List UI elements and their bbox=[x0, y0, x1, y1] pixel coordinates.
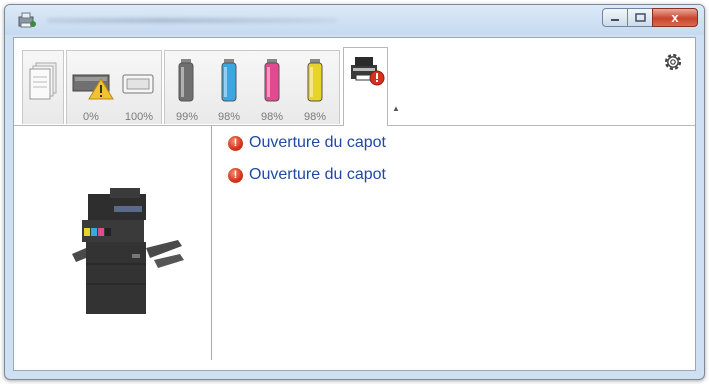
toner-magenta-icon bbox=[264, 59, 280, 102]
toner-yellow-percent: 98% bbox=[303, 111, 327, 123]
status-message-text: Ouverture du capot bbox=[249, 134, 386, 151]
close-button[interactable]: x bbox=[652, 8, 698, 27]
paper-stack-icon bbox=[29, 62, 57, 100]
paper-tray-icon bbox=[122, 74, 154, 94]
title-bar[interactable]: x bbox=[5, 5, 704, 35]
paper-tab[interactable] bbox=[22, 50, 64, 124]
minimize-button[interactable] bbox=[602, 8, 628, 27]
toner-cartridges bbox=[178, 59, 323, 102]
waste-toner-percent: 0% bbox=[83, 111, 99, 123]
waste-toner-warning-icon bbox=[72, 74, 114, 100]
toner-black-percent: 99% bbox=[175, 111, 199, 123]
device-status-tab[interactable] bbox=[343, 47, 388, 126]
status-message-1[interactable]: ! Ouverture du capot bbox=[228, 132, 386, 154]
pane-divider bbox=[211, 126, 212, 360]
status-message-text: Ouverture du capot bbox=[249, 166, 386, 183]
toner-cyan-icon bbox=[221, 59, 237, 102]
device-image-pane bbox=[14, 126, 211, 370]
toner-black-icon bbox=[178, 59, 194, 102]
app-printer-icon bbox=[18, 12, 36, 28]
window-title-blurred bbox=[47, 18, 337, 23]
toner-cyan-percent: 98% bbox=[217, 111, 241, 123]
status-toolbar: 0% 100% 99% 98% 98% 98% ▲ bbox=[14, 38, 695, 126]
close-icon: x bbox=[671, 10, 679, 25]
toner-yellow-icon bbox=[307, 59, 323, 102]
error-icon: ! bbox=[228, 135, 243, 151]
consumables-tab-group[interactable]: 0% 100% bbox=[66, 50, 162, 124]
tray-percent: 100% bbox=[124, 111, 154, 123]
printer-device-image bbox=[72, 188, 184, 314]
maximize-button[interactable] bbox=[627, 8, 653, 27]
status-monitor-window: x 0% 100% 99% 98% 98% 98% ▲ ! Ouverture … bbox=[4, 4, 705, 380]
collapse-toolbar-button[interactable]: ▲ bbox=[392, 104, 400, 113]
toner-magenta-percent: 98% bbox=[260, 111, 284, 123]
caption-buttons: x bbox=[602, 8, 698, 27]
toner-tab-group[interactable]: 99% 98% 98% 98% bbox=[164, 50, 340, 124]
client-area: 0% 100% 99% 98% 98% 98% ▲ ! Ouverture du… bbox=[13, 37, 696, 371]
minimize-icon bbox=[611, 18, 619, 21]
error-icon: ! bbox=[228, 167, 243, 183]
status-message-2[interactable]: ! Ouverture du capot bbox=[228, 164, 386, 186]
maximize-icon bbox=[634, 13, 646, 22]
printer-error-icon bbox=[351, 57, 385, 86]
gear-icon[interactable] bbox=[661, 50, 685, 74]
